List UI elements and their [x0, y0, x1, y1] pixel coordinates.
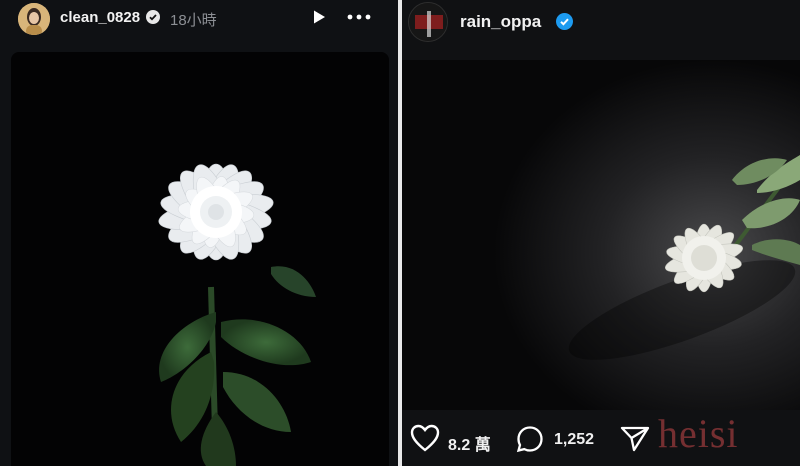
chrysanthemum-image	[158, 163, 316, 466]
comment-icon[interactable]	[516, 425, 544, 453]
username[interactable]: clean_0828	[60, 9, 140, 26]
left-post: clean_0828 18小時	[0, 0, 398, 466]
verified-badge-icon	[556, 13, 573, 30]
right-post: rain_oppa 8.2 萬 1,252 heisi	[402, 0, 800, 466]
post-image[interactable]	[11, 52, 389, 466]
watermark: heisi	[658, 411, 739, 456]
post-time: 18小時	[170, 12, 217, 29]
avatar[interactable]	[408, 2, 448, 42]
share-icon[interactable]	[620, 426, 650, 452]
more-options-icon[interactable]	[347, 14, 371, 20]
heart-icon[interactable]	[410, 424, 440, 452]
comment-count: 1,252	[554, 431, 595, 448]
avatar[interactable]	[18, 3, 50, 35]
play-icon[interactable]	[311, 9, 327, 25]
verified-badge-icon	[146, 10, 160, 24]
post-image[interactable]	[402, 60, 800, 410]
chrysanthemum-image	[402, 60, 800, 410]
like-count: 8.2 萬	[448, 437, 491, 454]
username[interactable]: rain_oppa	[460, 12, 541, 32]
